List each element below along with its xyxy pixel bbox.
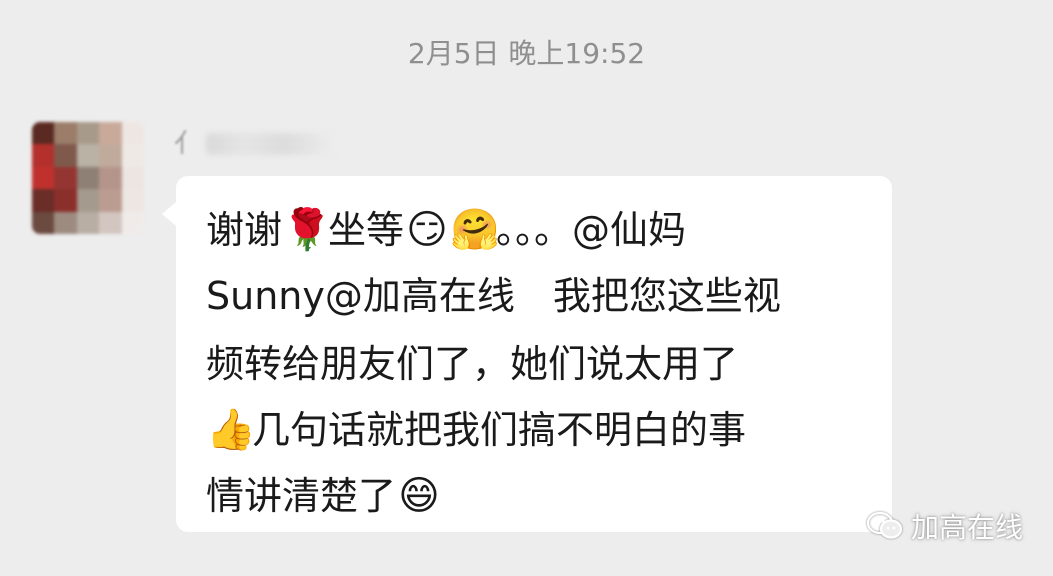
- sender-name-mosaic: [206, 133, 337, 155]
- avatar-mosaic-cell: [54, 166, 77, 190]
- message-line-5: 情讲清楚了 😄: [206, 466, 442, 526]
- avatar-mosaic-cell: [32, 122, 55, 145]
- avatar-mosaic-cell: [121, 144, 144, 167]
- avatar-mosaic-cell: [32, 166, 55, 190]
- sender-name-text: 亻: [174, 129, 201, 159]
- smirk-emoji-icon: 😏: [406, 207, 448, 253]
- message-line-2: Sunny@加高在线 我把您这些视: [206, 274, 781, 318]
- avatar-mosaic-cell: [54, 211, 77, 234]
- message-text: 坐等: [328, 208, 405, 252]
- avatar-mosaic-cell: [121, 122, 144, 145]
- avatar-mosaic-cell: [76, 122, 100, 145]
- hug-emoji-icon: 🤗: [450, 207, 500, 253]
- avatar-mosaic-cell: [54, 122, 77, 145]
- message-timestamp: 2月5日 晚上19:52: [407, 37, 646, 70]
- avatar-mosaic-cell: [32, 189, 55, 212]
- avatar-mosaic-cell: [121, 166, 144, 190]
- message-line-3: 频转给朋友们了，她们说太用了: [206, 342, 739, 386]
- avatar-mosaic-cell: [99, 211, 122, 234]
- message-text: 几句话就把我们搞不明白的事: [252, 408, 747, 452]
- message-line-4: 👍 几句话就把我们搞不明白的事: [206, 400, 746, 460]
- rose-emoji-icon: 🌹: [282, 207, 332, 253]
- wechat-official-account-icon: [865, 510, 905, 542]
- grinning-emoji-icon: 😄: [398, 473, 440, 519]
- avatar-mosaic-cell: [121, 189, 144, 212]
- avatar-mosaic-cell: [54, 189, 77, 212]
- sender-avatar[interactable]: [32, 122, 144, 234]
- watermark-text: 加高在线: [910, 511, 1023, 544]
- avatar-mosaic-cell: [54, 144, 77, 167]
- message-text: 谢谢: [206, 208, 283, 252]
- avatar-mosaic-cell: [76, 144, 100, 167]
- avatar-mosaic-cell: [121, 211, 144, 234]
- sender-name: 亻: [174, 124, 337, 164]
- message-text: 情讲清楚了: [206, 474, 397, 518]
- avatar-mosaic-cell: [76, 211, 100, 234]
- message-line-1: 谢谢 🌹 坐等 😏 🤗 。。。@仙妈: [206, 200, 686, 260]
- avatar-mosaic-cell: [76, 166, 100, 190]
- message-text: 。。。@仙妈: [496, 208, 687, 252]
- watermark: 加高在线: [865, 506, 1023, 546]
- avatar-mosaic-cell: [76, 189, 100, 212]
- avatar-mosaic-cell: [99, 144, 122, 167]
- avatar-mosaic-cell: [99, 189, 122, 212]
- thumbs-up-emoji-icon: 👍: [206, 407, 256, 453]
- avatar-mosaic-cell: [99, 122, 122, 145]
- avatar-mosaic-cell: [32, 211, 55, 234]
- avatar-mosaic-cell: [32, 144, 55, 167]
- avatar-mosaic-cell: [99, 166, 122, 190]
